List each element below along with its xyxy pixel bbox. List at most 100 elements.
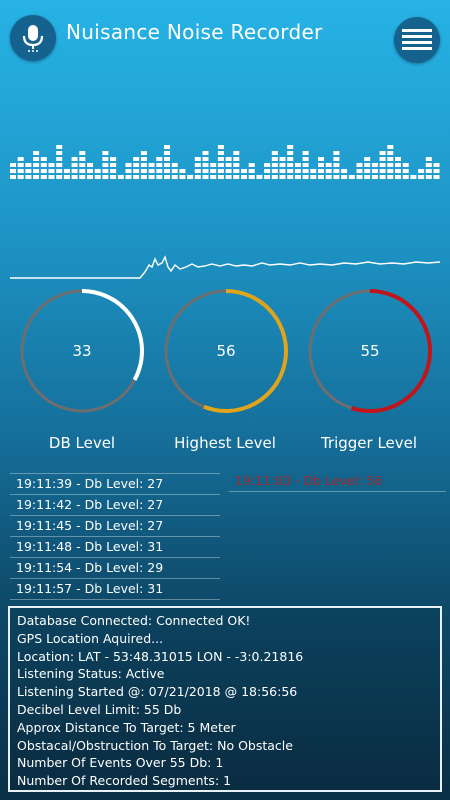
spectrum-bar-segment (379, 151, 386, 155)
spectrum-bar-segment (325, 175, 332, 179)
spectrum-bar-segment (294, 163, 301, 167)
spectrum-bar-segment (425, 169, 432, 173)
spectrum-bar-segment (164, 175, 170, 179)
spectrum-bar-segment (33, 163, 40, 167)
spectrum-bar-segment (356, 175, 363, 179)
spectrum-bar-segment (202, 163, 209, 167)
spectrum-bar-segment (194, 169, 201, 173)
spectrum-bar-segment (10, 163, 16, 167)
spectrum-bar-segment (179, 169, 186, 173)
menu-button[interactable] (394, 17, 440, 63)
spectrum-bar-segment (264, 175, 271, 179)
spectrum-bar-segment (287, 157, 294, 161)
spectrum-bar-segment (102, 157, 109, 161)
spectrum-bar-segment (302, 157, 309, 161)
spectrum-bar-segment (402, 175, 409, 179)
highest-level-label: Highest Level (174, 434, 276, 452)
spectrum-bar-segment (371, 169, 378, 173)
spectrum-bar-segment (333, 163, 340, 167)
status-panel: Database Connected: Connected OK! GPS Lo… (8, 606, 442, 792)
spectrum-bar-segment (148, 175, 155, 179)
spectrum-bar-segment (233, 175, 240, 179)
spectrum-bar-segment (125, 163, 132, 167)
sound-level-waveform (10, 255, 441, 279)
spectrum-bar-segment (202, 157, 209, 161)
spectrum-bar-segment (410, 175, 417, 179)
spectrum-bar-segment (287, 163, 294, 167)
spectrum-bar-segment (133, 157, 140, 161)
spectrum-bar-segment (310, 169, 317, 173)
spectrum-bar-segment (87, 175, 93, 179)
spectrum-bar-segment (56, 157, 63, 161)
spectrum-bar-segment (395, 157, 401, 161)
spectrum-bar-segment (102, 169, 109, 173)
spectrum-bar-segment (225, 169, 232, 173)
spectrum-bar-segment (294, 175, 301, 179)
spectrum-bar-segment (341, 169, 348, 173)
spectrum-bar-segment (364, 175, 371, 179)
record-button[interactable] (10, 15, 56, 61)
spectrum-bar-segment (425, 157, 432, 161)
spectrum-bar-segment (418, 169, 425, 173)
spectrum-bar-segment (333, 175, 340, 179)
spectrum-bar-segment (33, 175, 40, 179)
status-line: Location: LAT - 53:48.31015 LON - -3:0.2… (17, 648, 304, 664)
spectrum-bar-segment (287, 151, 294, 155)
log-entry[interactable]: 19:11:39 - Db Level: 27 (10, 473, 220, 494)
log-entry[interactable]: 19:11:48 - Db Level: 31 (10, 536, 220, 557)
spectrum-bar-segment (279, 163, 286, 167)
log-entry[interactable]: 19:11:42 - Db Level: 27 (10, 494, 220, 515)
spectrum-bar-segment (125, 175, 132, 179)
spectrum-bar-segment (63, 169, 70, 173)
spectrum-bar-segment (171, 163, 178, 167)
spectrum-bar-segment (271, 151, 278, 155)
spectrum-bar-segment (217, 163, 224, 167)
spectrum-bar-segment (156, 163, 163, 167)
spectrum-bar-segment (194, 163, 201, 167)
spectrum-bar-segment (318, 169, 324, 173)
spectrum-bar-segment (325, 169, 332, 173)
spectrum-bar-segment (164, 145, 170, 149)
spectrum-bar-segment (194, 175, 201, 179)
spectrum-bar-segment (79, 157, 86, 161)
spectrum-bar-segment (271, 163, 278, 167)
spectrum-bar-segment (217, 157, 224, 161)
spectrum-bar-segment (279, 157, 286, 161)
spectrum-bar-segment (271, 169, 278, 173)
spectrum-bar-segment (395, 163, 401, 167)
status-line: GPS Location Aquired... (17, 630, 164, 646)
spectrum-bar-segment (110, 169, 117, 173)
spectrum-bar-segment (364, 169, 371, 173)
spectrum-bar-segment (71, 175, 78, 179)
spectrum-bar-segment (210, 169, 217, 173)
status-line: Obstacal/Obstruction To Target: No Obsta… (17, 737, 293, 753)
spectrum-bar-segment (225, 163, 232, 167)
spectrum-bar-segment (164, 169, 170, 173)
highest-level-value: 56 (216, 342, 236, 360)
log-entry[interactable]: 19:11:57 - Db Level: 31 (10, 578, 220, 600)
spectrum-bar-segment (140, 151, 147, 155)
spectrum-bar-segment (371, 163, 378, 167)
log-entry[interactable]: 19:11:45 - Db Level: 27 (10, 515, 220, 536)
spectrum-bar-segment (379, 157, 386, 161)
spectrum-bar-segment (395, 175, 401, 179)
spectrum-bar-segment (425, 163, 432, 167)
spectrum-bar-segment (418, 175, 425, 179)
spectrum-bar-segment (318, 157, 324, 161)
spectrum-bar-segment (402, 163, 409, 167)
microphone-icon (22, 25, 44, 52)
spectrum-bar-segment (233, 163, 240, 167)
spectrum-bar-segment (40, 163, 47, 167)
app-title: Nuisance Noise Recorder (66, 20, 323, 44)
spectrum-bar-segment (210, 175, 217, 179)
trigger-log-entry[interactable]: 19:11:03 - Db Level: 56 (229, 471, 446, 492)
spectrum-bar-segment (33, 169, 40, 173)
spectrum-bar-segment (402, 169, 409, 173)
spectrum-bar-segment (294, 169, 301, 173)
spectrum-bar-segment (433, 163, 440, 167)
spectrum-bar-segment (156, 157, 163, 161)
spectrum-bar-segment (156, 169, 163, 173)
spectrum-bar-segment (56, 145, 63, 149)
spectrum-bar-segment (125, 169, 132, 173)
log-entry[interactable]: 19:11:54 - Db Level: 29 (10, 557, 220, 578)
